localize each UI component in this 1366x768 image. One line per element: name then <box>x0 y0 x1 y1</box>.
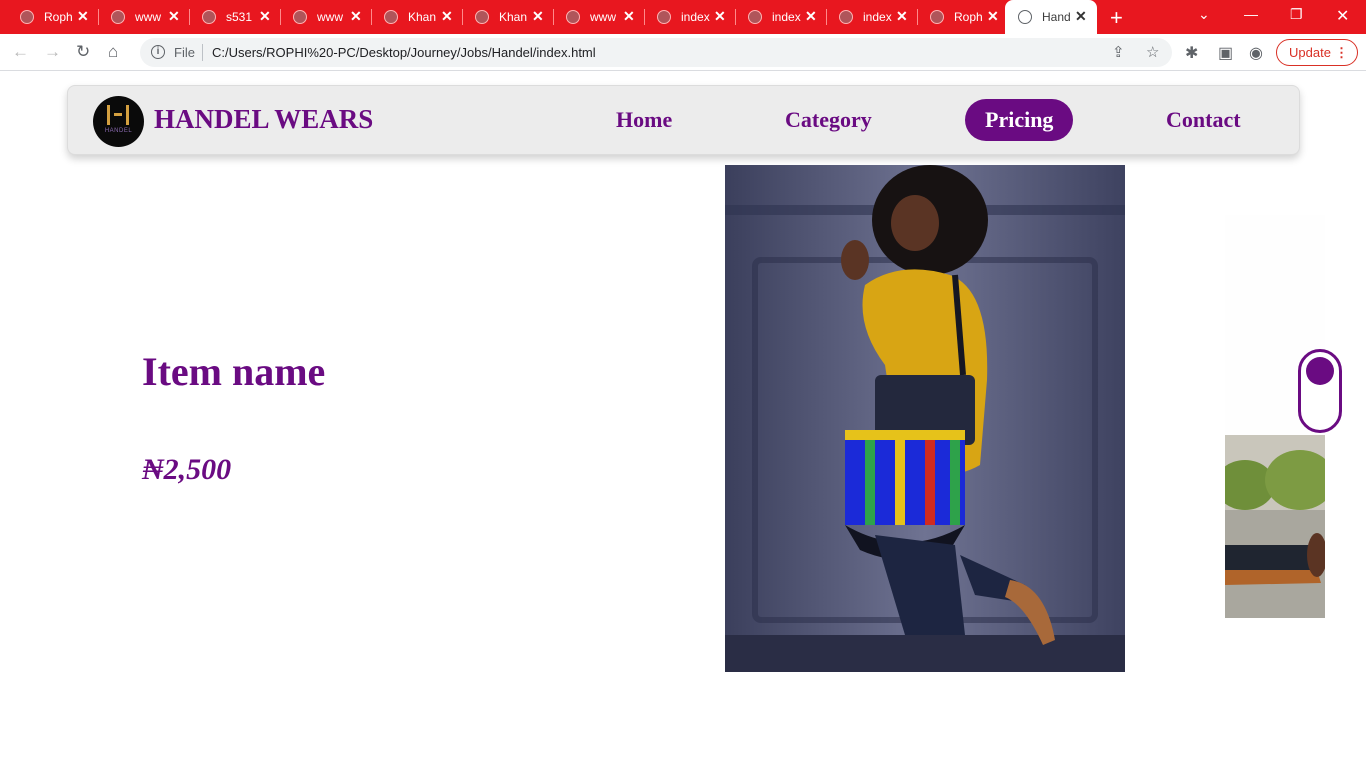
bookmark-star-icon[interactable]: ☆ <box>1146 43 1159 61</box>
menu-kebab-icon[interactable]: ⋮ <box>1335 40 1348 65</box>
close-icon[interactable]: ✕ <box>623 8 635 25</box>
globe-icon <box>839 10 853 24</box>
tab-title: Roph <box>954 10 983 24</box>
close-icon[interactable]: ✕ <box>896 8 908 25</box>
browser-tab[interactable]: index ✕ <box>637 0 736 34</box>
tab-search-icon[interactable]: ⌄ <box>1198 6 1210 23</box>
file-scheme-label: File <box>174 45 195 60</box>
logo-mark-icon <box>107 105 129 125</box>
brand-logo[interactable]: HANDEL <box>93 96 144 147</box>
new-tab-icon[interactable]: + <box>1110 5 1123 31</box>
browser-tab[interactable]: Khan ✕ <box>455 0 554 34</box>
tab-title: www <box>317 10 343 24</box>
tab-title: Roph <box>44 10 73 24</box>
globe-icon <box>1018 10 1032 24</box>
close-icon[interactable]: ✕ <box>441 8 453 25</box>
nav-contact[interactable]: Contact <box>1146 99 1261 141</box>
tab-title: www <box>135 10 161 24</box>
close-icon[interactable]: ✕ <box>168 8 180 25</box>
update-button[interactable]: Update ⋮ <box>1276 39 1358 66</box>
globe-icon <box>475 10 489 24</box>
tab-title: Khan <box>408 10 437 24</box>
browser-tab[interactable]: Khan ✕ <box>364 0 463 34</box>
restore-icon[interactable]: ❐ <box>1290 6 1303 23</box>
product-photo-illustration <box>725 165 1125 672</box>
tab-title: Khan <box>499 10 528 24</box>
browser-tab[interactable]: index ✕ <box>728 0 827 34</box>
back-icon[interactable]: ← <box>12 42 29 62</box>
omnibox-divider <box>202 44 203 61</box>
globe-icon <box>930 10 944 24</box>
minimize-icon[interactable]: — <box>1244 6 1258 22</box>
slideshow-toggle[interactable] <box>1298 349 1342 433</box>
close-icon[interactable]: ✕ <box>259 8 271 25</box>
globe-icon <box>384 10 398 24</box>
close-icon[interactable]: ✕ <box>987 8 999 25</box>
reload-icon[interactable]: ↻ <box>76 42 90 62</box>
close-icon[interactable]: ✕ <box>714 8 726 25</box>
info-icon[interactable]: i <box>151 45 165 59</box>
extensions-puzzle-icon[interactable]: ✱ <box>1185 43 1198 63</box>
forward-icon[interactable]: → <box>44 42 61 62</box>
share-icon[interactable]: ⇪ <box>1112 43 1125 61</box>
profile-avatar-icon[interactable]: ◉ <box>1249 43 1263 63</box>
url-text[interactable]: C:/Users/ROPHI%20-PC/Desktop/Journey/Job… <box>212 45 596 60</box>
browser-tab[interactable]: s531 ✕ <box>182 0 281 34</box>
browser-tab[interactable]: Roph ✕ <box>910 0 1009 34</box>
browser-tab[interactable]: www ✕ <box>546 0 645 34</box>
close-icon[interactable]: ✕ <box>532 8 544 25</box>
globe-icon <box>293 10 307 24</box>
nav-category[interactable]: Category <box>765 99 892 141</box>
globe-icon <box>20 10 34 24</box>
globe-icon <box>111 10 125 24</box>
browser-tab-strip: Roph ✕ www ✕ s531 ✕ www ✕ Khan ✕ Khan ✕ … <box>0 0 1366 34</box>
home-icon[interactable]: ⌂ <box>108 42 118 62</box>
tab-title: Hand <box>1042 10 1071 24</box>
product-name: Item name <box>142 349 326 394</box>
globe-icon <box>748 10 762 24</box>
brand-name[interactable]: HANDEL WEARS <box>154 104 373 135</box>
side-panel-icon[interactable]: ▣ <box>1218 43 1233 63</box>
product-photo <box>725 165 1125 672</box>
window-close-icon[interactable]: ✕ <box>1336 6 1349 26</box>
tab-title: index <box>863 10 892 24</box>
globe-icon <box>657 10 671 24</box>
logo-text: HANDEL <box>104 128 133 134</box>
product-price: ₦2,500 <box>142 453 232 486</box>
close-icon[interactable]: ✕ <box>805 8 817 25</box>
browser-tab[interactable]: index ✕ <box>819 0 918 34</box>
address-bar[interactable]: i File C:/Users/ROPHI%20-PC/Desktop/Jour… <box>140 38 1172 67</box>
browser-tab[interactable]: www ✕ <box>273 0 372 34</box>
close-icon[interactable]: ✕ <box>77 8 89 25</box>
browser-tab-active[interactable]: Hand ✕ <box>1005 0 1097 34</box>
site-navbar: HANDEL HANDEL WEARS Home Category Pricin… <box>67 85 1300 155</box>
update-label: Update <box>1289 45 1331 60</box>
nav-home[interactable]: Home <box>596 99 692 141</box>
close-icon[interactable]: ✕ <box>1075 8 1087 25</box>
tab-title: index <box>772 10 801 24</box>
nav-pricing[interactable]: Pricing <box>965 99 1074 141</box>
globe-icon <box>202 10 216 24</box>
globe-icon <box>566 10 580 24</box>
close-icon[interactable]: ✕ <box>350 8 362 25</box>
tab-title: s531 <box>226 10 253 24</box>
tab-title: index <box>681 10 710 24</box>
tab-title: www <box>590 10 616 24</box>
browser-toolbar: ← → ↻ ⌂ i File C:/Users/ROPHI%20-PC/Desk… <box>0 34 1366 71</box>
browser-tab[interactable]: Roph ✕ <box>0 0 99 34</box>
browser-tab[interactable]: www ✕ <box>91 0 190 34</box>
toggle-knob[interactable] <box>1306 357 1334 385</box>
